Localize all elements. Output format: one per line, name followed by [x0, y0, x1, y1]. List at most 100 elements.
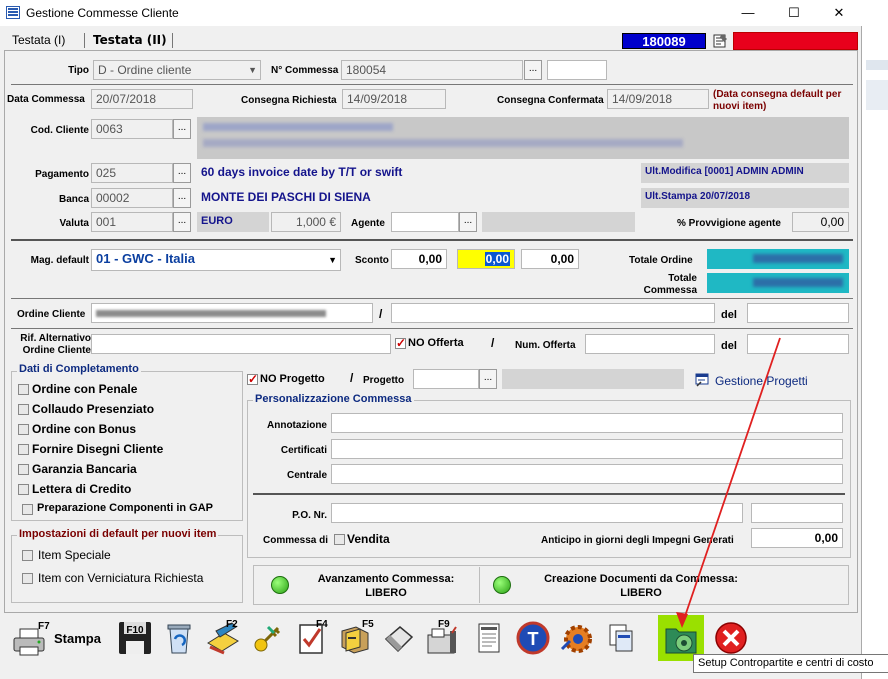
- completamento-title: Dati di Completamento: [17, 363, 141, 375]
- preparazione-gap-checkbox[interactable]: [22, 504, 33, 515]
- f5-button[interactable]: F5: [336, 619, 376, 659]
- collaudo-checkbox[interactable]: [18, 404, 29, 415]
- n-commessa-suffix-field[interactable]: [547, 60, 607, 80]
- ordine-cliente-date-field[interactable]: [747, 303, 849, 323]
- avanzamento-label: Avanzamento Commessa:: [317, 573, 455, 585]
- stampa-label: Stampa: [54, 631, 101, 646]
- pagamento-code-field[interactable]: 025: [91, 163, 173, 183]
- banca-code-field[interactable]: 00002: [91, 188, 173, 208]
- totale-commessa-label: Totale Commessa: [643, 273, 697, 296]
- pagamento-lookup-button[interactable]: ...: [173, 163, 191, 183]
- cod-cliente-lookup-button[interactable]: ...: [173, 119, 191, 139]
- tipo-select[interactable]: D - Ordine cliente ▼: [93, 60, 261, 80]
- ordine-penale-label: Ordine con Penale: [32, 382, 138, 396]
- ordine-bonus-label: Ordine con Bonus: [32, 422, 137, 436]
- close-window-button[interactable]: ✕: [816, 0, 862, 26]
- consegna-confermata-field[interactable]: 14/09/2018: [607, 89, 709, 109]
- erase-button[interactable]: [380, 619, 420, 659]
- verniciatura-checkbox[interactable]: [22, 573, 33, 584]
- lettera-credito-checkbox[interactable]: [18, 484, 29, 495]
- redacted-totale-ordine: [753, 254, 843, 263]
- progetto-field[interactable]: [413, 369, 479, 389]
- garanzia-bancaria-checkbox[interactable]: [18, 464, 29, 475]
- stampa-button[interactable]: F7 Stampa: [10, 619, 110, 659]
- t-button[interactable]: T: [514, 619, 554, 659]
- f2-key-label: F2: [226, 619, 238, 630]
- copy-documents-button[interactable]: [602, 619, 642, 659]
- t-circle-icon: T: [516, 621, 550, 655]
- banca-description: MONTE DEI PASCHI DI SIENA: [197, 188, 635, 208]
- ordine-cliente-slash: /: [379, 307, 383, 321]
- background-window-strip: [862, 0, 888, 679]
- rif-alternativo-label: Rif. Alternativo Ordine Cliente: [20, 333, 91, 356]
- po-nr-extra-field[interactable]: [751, 503, 843, 523]
- ordine-penale-checkbox[interactable]: [18, 384, 29, 395]
- gestione-progetti-icon[interactable]: [695, 373, 709, 387]
- tipo-value: D - Ordine cliente: [98, 63, 192, 77]
- progetto-lookup-button[interactable]: ...: [479, 369, 497, 389]
- agente-lookup-button[interactable]: ...: [459, 212, 477, 232]
- mag-default-select[interactable]: 01 - GWC - Italia ▼: [91, 249, 341, 271]
- f2-button[interactable]: F2: [204, 619, 244, 659]
- minimize-button[interactable]: —: [725, 0, 771, 26]
- centrale-field[interactable]: [331, 464, 843, 484]
- refresh-trash-button[interactable]: [160, 619, 200, 659]
- rif-alternativo-field[interactable]: [91, 334, 391, 354]
- no-offerta-checkbox[interactable]: [395, 336, 406, 350]
- sconto3-field[interactable]: 0,00: [521, 249, 579, 269]
- gear-icon: [560, 625, 592, 653]
- no-progetto-checkbox[interactable]: [247, 372, 258, 386]
- lettera-credito-label: Lettera di Credito: [32, 482, 132, 496]
- f4-button[interactable]: F4: [292, 619, 332, 659]
- divider: [253, 493, 845, 495]
- sconto2-value: 0,00: [484, 252, 510, 266]
- n-commessa-field[interactable]: 180054: [341, 60, 523, 80]
- certificati-label: Certificati: [280, 445, 327, 456]
- offerta-date-field[interactable]: [747, 334, 849, 354]
- disegni-cliente-checkbox[interactable]: [18, 444, 29, 455]
- banca-lookup-button[interactable]: ...: [173, 188, 191, 208]
- background-window-fragment: [866, 80, 888, 110]
- f9-button[interactable]: F9: [424, 619, 464, 659]
- ordine-cliente-suffix-field[interactable]: [391, 303, 715, 323]
- valuta-rate-field[interactable]: 1,000 €: [271, 212, 341, 232]
- data-commessa-field[interactable]: 20/07/2018: [91, 89, 193, 109]
- agente-field[interactable]: [391, 212, 459, 232]
- mag-default-label: Mag. default: [30, 255, 89, 266]
- tab-testata-2[interactable]: Testata (II): [87, 30, 173, 50]
- gestione-progetti-link[interactable]: Gestione Progetti: [715, 374, 808, 388]
- tooltip: Setup Contropartite e centri di costo: [693, 654, 888, 673]
- po-nr-field[interactable]: [331, 503, 743, 523]
- floppy-save-icon: F10: [119, 622, 151, 654]
- tab-testata-1[interactable]: Testata (I): [6, 30, 71, 50]
- sconto2-field[interactable]: 0,00: [457, 249, 515, 269]
- settings-button[interactable]: [558, 619, 598, 659]
- valuta-lookup-button[interactable]: ...: [173, 212, 191, 232]
- annotazione-field[interactable]: [331, 413, 843, 433]
- keys-button[interactable]: [248, 619, 288, 659]
- ordine-bonus-checkbox[interactable]: [18, 424, 29, 435]
- document-button[interactable]: [470, 619, 510, 659]
- eraser-icon: [384, 626, 414, 653]
- agente-description: [482, 212, 635, 232]
- cod-cliente-field[interactable]: 0063: [91, 119, 173, 139]
- vendita-checkbox[interactable]: [334, 534, 345, 545]
- main-window: Gestione Commesse Cliente — ☐ ✕ Testata …: [0, 0, 862, 679]
- n-commessa-lookup-button[interactable]: ...: [524, 60, 542, 80]
- maximize-button[interactable]: ☐: [771, 0, 817, 26]
- provvigione-field[interactable]: 0,00: [792, 212, 849, 232]
- close-button[interactable]: [712, 619, 752, 659]
- sconto1-field[interactable]: 0,00: [391, 249, 447, 269]
- save-button[interactable]: F10: [116, 619, 156, 659]
- valuta-code-field[interactable]: 001: [91, 212, 173, 232]
- anticipo-field[interactable]: 0,00: [751, 528, 843, 548]
- testata-2-panel: Tipo D - Ordine cliente ▼ N° Commessa 18…: [4, 50, 858, 613]
- notes-icon[interactable]: [713, 33, 728, 48]
- redacted-client-address: [203, 139, 683, 147]
- certificati-field[interactable]: [331, 439, 843, 459]
- num-offerta-field[interactable]: [585, 334, 715, 354]
- chevron-down-icon: ▼: [248, 65, 257, 75]
- ordine-cliente-field[interactable]: [91, 303, 373, 323]
- item-speciale-checkbox[interactable]: [22, 550, 33, 561]
- consegna-richiesta-field[interactable]: 14/09/2018: [342, 89, 446, 109]
